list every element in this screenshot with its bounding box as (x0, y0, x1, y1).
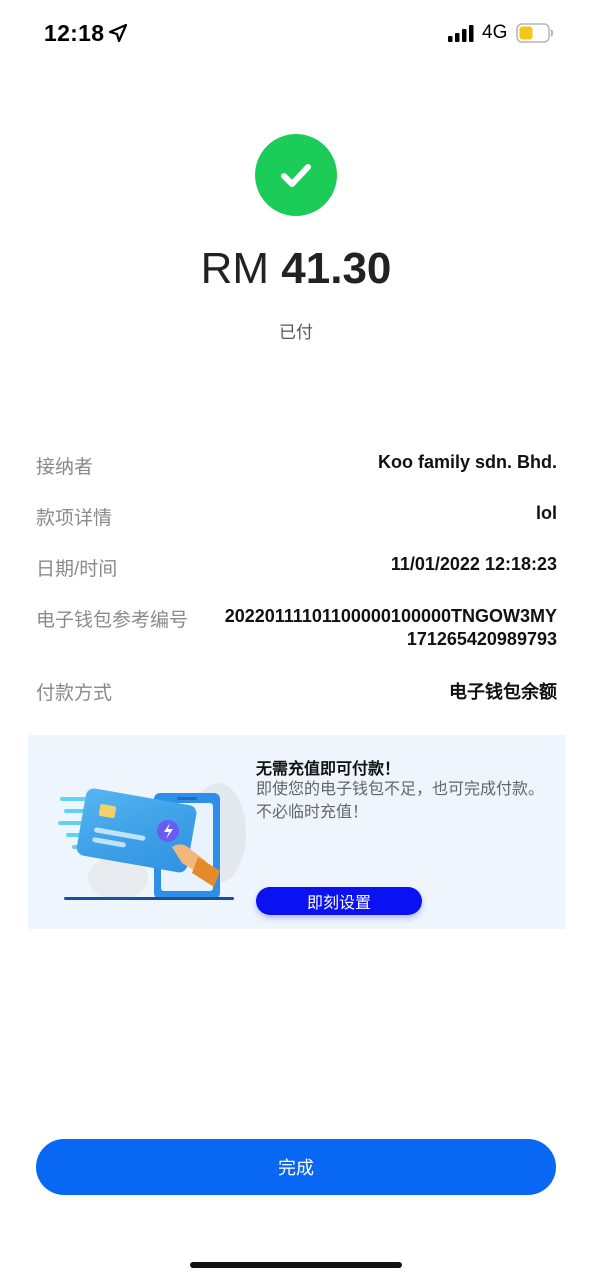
reference-line-2: 171265420989793 (406, 629, 557, 649)
promo-banner: 无需充值即可付款！ 即使您的电子钱包不足，也可完成付款。不必临时充值！ 即刻设置 (28, 735, 565, 929)
done-button[interactable]: 完成 (36, 1139, 556, 1195)
reference-number: 20220111101100000100000TNGOW3MY 17126542… (225, 605, 557, 651)
detail-row-reference: 电子钱包参考编号 20220111101100000100000TNGOW3MY… (36, 605, 557, 651)
promo-title: 无需充值即可付款！ (256, 761, 401, 778)
detail-row-payment-details: 款项详情 lol (36, 503, 557, 530)
detail-label: 接纳者 (36, 457, 94, 478)
amount-value: 41.30 (281, 244, 392, 293)
detail-row-recipient: 接纳者 Koo family sdn. Bhd. (36, 452, 557, 479)
battery-icon (516, 23, 554, 43)
setup-now-button[interactable]: 即刻设置 (256, 887, 422, 915)
amount-currency: RM (200, 244, 270, 293)
signal-icon (448, 25, 474, 42)
home-indicator[interactable] (190, 1262, 402, 1268)
status-bar: 12:18 4G (0, 0, 592, 68)
card-phone-payment-illustration (58, 783, 246, 900)
detail-value: 电子钱包余额 (449, 682, 557, 702)
detail-label: 付款方式 (36, 683, 113, 704)
detail-row-datetime: 日期/时间 11/01/2022 12:18:23 (36, 554, 557, 581)
payment-status: 已付 (279, 323, 313, 342)
network-type: 4G (482, 22, 508, 43)
checkmark-icon (281, 164, 311, 187)
detail-row-method: 付款方式 电子钱包余额 (36, 678, 557, 705)
location-arrow-icon (108, 23, 128, 43)
payment-amount: RM 41.30 (0, 244, 592, 294)
reference-line-1: 20220111101100000100000TNGOW3MY (224, 606, 557, 626)
status-time: 12:18 (44, 20, 105, 46)
detail-label: 款项详情 (36, 508, 113, 529)
promo-description: 即使您的电子钱包不足，也可完成付款。不必临时充值！ (256, 781, 545, 821)
detail-value: Koo family sdn. Bhd. (377, 452, 557, 472)
detail-label: 日期/时间 (36, 559, 118, 580)
detail-label: 电子钱包参考编号 (36, 610, 189, 631)
success-badge (255, 134, 337, 216)
detail-value: lol (536, 503, 557, 523)
detail-value: 11/01/2022 12:18:23 (390, 554, 557, 574)
